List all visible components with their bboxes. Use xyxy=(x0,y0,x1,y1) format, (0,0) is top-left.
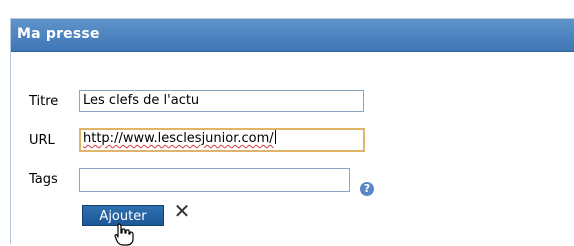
hand-cursor-icon xyxy=(114,223,134,246)
panel-title: Ma presse xyxy=(17,26,100,42)
tags-label: Tags xyxy=(29,172,58,187)
tags-input[interactable] xyxy=(79,168,350,192)
help-icon[interactable]: ? xyxy=(360,182,374,196)
url-label: URL xyxy=(29,133,55,148)
title-label: Titre xyxy=(29,94,59,109)
title-input-value: Les clefs de l'actu xyxy=(83,93,200,108)
close-icon[interactable]: ✕ xyxy=(172,201,192,221)
window: Ma presse Titre Les clefs de l'actu URL … xyxy=(0,0,574,246)
panel-header: Ma presse xyxy=(11,19,574,52)
url-input[interactable]: http://www.lesclesjunior.com/ xyxy=(79,128,365,152)
title-input[interactable]: Les clefs de l'actu xyxy=(79,90,364,112)
text-caret xyxy=(274,130,276,144)
url-input-value: http://www.lesclesjunior.com/ xyxy=(83,131,274,146)
